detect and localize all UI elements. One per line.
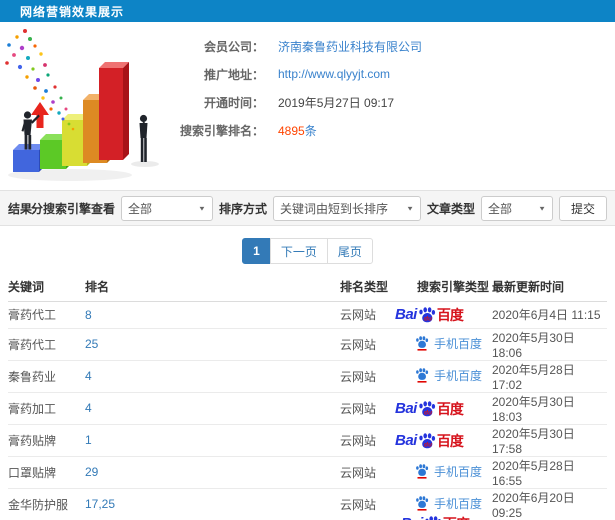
update-time-text: 2020年5月28日 16:55 (492, 458, 575, 488)
update-time-text: 2020年5月30日 17:58 (492, 426, 575, 456)
article-type-label: 文章类型 (426, 201, 475, 216)
engine-filter-select[interactable]: 全部 ▼ (120, 195, 213, 221)
rank-type-text: 云网站 (340, 465, 377, 480)
mobile-baidu-icon: 手机百度 (415, 367, 482, 384)
open-time-label: 开通时间： (203, 95, 264, 110)
info-row-company: 会员公司： 济南秦鲁药业科技有限公司 (168, 32, 608, 60)
rank-count-label: 搜索引擎排名： (179, 123, 264, 138)
baidu-logo-icon: Bai du 百度 (395, 306, 464, 323)
rank-link[interactable]: 1 (85, 433, 92, 447)
company-link[interactable]: 济南秦鲁药业科技有限公司 (278, 38, 422, 55)
update-time-text: 2020年6月20日 09:25 (492, 490, 575, 520)
rank-type-text: 云网站 (340, 401, 377, 416)
keyword-text: 金华防护服 (8, 497, 69, 512)
table-row: 膏药代工 8 云网站 Bai du 百度 手机百度 (8, 301, 607, 329)
table-row: 膏药贴牌 1 云网站 Bai du 百度 手机百度 (8, 424, 607, 457)
engine-filter-label: 分搜索引擎查看 (30, 201, 115, 216)
partial-next-row: Bai du 百度 (401, 516, 470, 520)
submit-button[interactable]: 提交 (559, 195, 607, 221)
article-type-select[interactable]: 全部 ▼ (481, 195, 553, 221)
col-keyword: 关键词 (8, 272, 85, 302)
rank-link[interactable]: 4 (85, 401, 92, 415)
col-engine-type: 搜索引擎类型 (393, 272, 492, 302)
growth-chart-illustration (5, 29, 159, 181)
open-time-value: 2019年5月27日 09:17 (278, 95, 395, 110)
rank-type-text: 云网站 (340, 369, 377, 384)
sort-label: 排序方式 (218, 201, 267, 216)
keyword-text: 膏药代工 (8, 308, 57, 322)
rank-link[interactable]: 29 (85, 465, 98, 479)
table-row: 秦鲁药业 4 云网站 Bai du 百度 手机百度 (8, 360, 607, 393)
keyword-text: 秦鲁药业 (8, 369, 57, 384)
mobile-baidu-icon: 手机百度 (415, 495, 482, 512)
businessman-right (139, 114, 148, 162)
mobile-baidu-icon: 手机百度 (415, 335, 482, 352)
table-row: 金华防护服 17,25 云网站 Bai du 百度 手机百度 (8, 488, 607, 520)
col-update-time: 最新更新时间 (492, 272, 607, 302)
mobile-baidu-icon: 手机百度 (415, 463, 482, 480)
table-row: 口罩贴牌 29 云网站 Bai du 百度 手机百度 (8, 456, 607, 489)
update-time-text: 2020年5月28日 17:02 (492, 362, 575, 392)
table-row: 膏药代工 25 云网站 Bai du 百度 手机百度 (8, 328, 607, 361)
sort-select[interactable]: 关键词由短到长排序 ▼ (272, 195, 421, 221)
col-rank: 排名 (85, 272, 340, 302)
summary-section: 会员公司： 济南秦鲁药业科技有限公司 推广地址： http://www.qlyy… (0, 22, 615, 188)
rank-type-text: 云网站 (340, 433, 377, 448)
page-1-button[interactable]: 1 (242, 238, 271, 264)
keyword-text: 膏药代工 (8, 337, 57, 352)
rank-link[interactable]: 25 (85, 337, 98, 351)
next-page-button[interactable]: 下一页 (269, 238, 328, 264)
chevron-down-icon: ▼ (198, 204, 206, 212)
table-row: 膏药加工 4 云网站 Bai du 百度 手机百度 (8, 392, 607, 425)
baidu-logo-icon: Bai du 百度 (395, 399, 464, 417)
rank-type-text: 云网站 (340, 497, 377, 512)
result-label: 结果: (8, 201, 36, 216)
rank-link[interactable]: 8 (85, 308, 92, 322)
member-info: 会员公司： 济南秦鲁药业科技有限公司 推广地址： http://www.qlyy… (168, 32, 608, 144)
keyword-text: 口罩贴牌 (8, 465, 57, 480)
rank-count-value: 4895条 (278, 123, 317, 138)
chevron-down-icon: ▼ (538, 204, 546, 212)
keyword-rank-table: 关键词 排名 排名类型 搜索引擎类型 最新更新时间 膏药代工 8 云网站 Bai… (8, 272, 607, 520)
baidu-logo-icon: Bai du 百度 (401, 516, 470, 520)
baidu-logo-icon: Bai du 百度 (395, 431, 464, 449)
svg-text:du: du (424, 409, 432, 416)
filter-bar: 结果: 分搜索引擎查看 全部 ▼ 排序方式 关键词由短到长排序 ▼ 文章类型 全… (0, 190, 615, 226)
table-header-row: 关键词 排名 排名类型 搜索引擎类型 最新更新时间 (8, 272, 607, 302)
last-page-button[interactable]: 尾页 (326, 238, 373, 264)
businessman-left (21, 111, 40, 150)
promo-url-label: 推广地址： (203, 67, 264, 82)
update-time-text: 2020年6月4日 11:15 (492, 308, 601, 322)
page-title: 网络营销效果展示 (20, 4, 125, 19)
rank-link[interactable]: 17,25 (85, 497, 115, 511)
rank-link[interactable]: 4 (85, 369, 92, 383)
keyword-text: 膏药贴牌 (8, 433, 57, 448)
company-label: 会员公司： (203, 39, 264, 54)
title-bar: 网络营销效果展示 (0, 0, 615, 22)
info-row-url: 推广地址： http://www.qlyyjt.com (168, 60, 608, 88)
info-row-opened: 开通时间： 2019年5月27日 09:17 (168, 88, 608, 116)
rank-type-text: 云网站 (340, 337, 377, 352)
update-time-text: 2020年5月30日 18:06 (492, 330, 575, 360)
pagination: 1 下一页 尾页 (0, 238, 615, 264)
chevron-down-icon: ▼ (406, 204, 414, 212)
update-time-text: 2020年5月30日 18:03 (492, 394, 575, 424)
svg-text:du: du (424, 316, 432, 323)
promo-url-link[interactable]: http://www.qlyyjt.com (278, 67, 390, 81)
marketing-report-page: 网络营销效果展示 会员公司： 济南秦鲁药业科技有限公司 推广地址： http:/… (0, 0, 615, 520)
svg-text:du: du (424, 441, 432, 448)
col-rank-type: 排名类型 (340, 272, 393, 302)
info-row-rankcount: 搜索引擎排名： 4895条 (168, 116, 608, 144)
keyword-text: 膏药加工 (8, 401, 57, 416)
rank-type-text: 云网站 (340, 308, 377, 322)
